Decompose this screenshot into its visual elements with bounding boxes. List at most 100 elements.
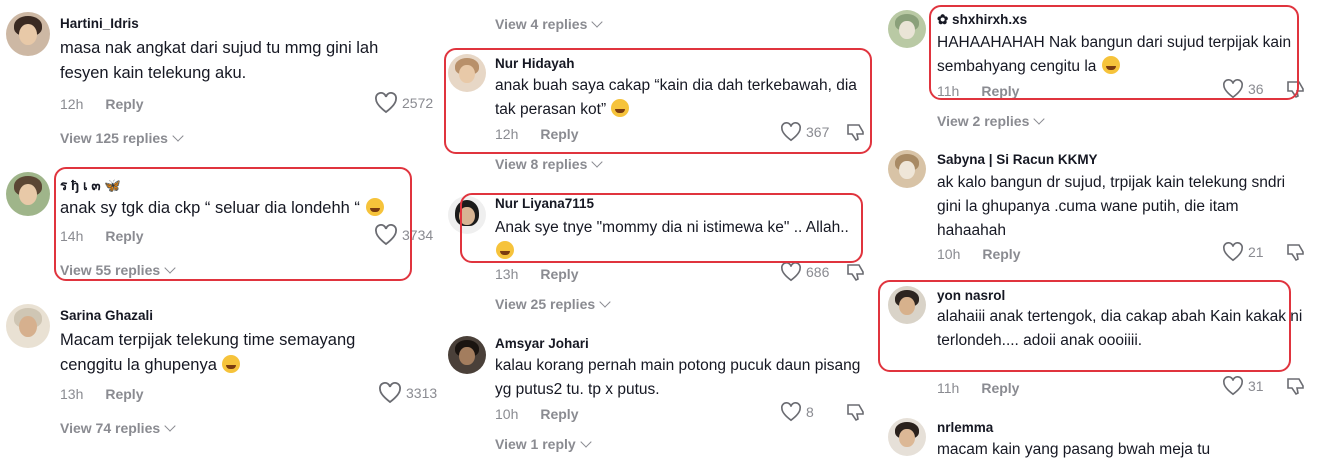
comment-text: alahaiii anak tertengok, dia cakap abah … [937,308,1303,349]
chevron-down-icon [172,130,184,142]
comment-time: 11h [937,83,960,99]
view-replies-button[interactable]: View 2 replies [937,113,1046,129]
dislike-button[interactable] [846,122,866,147]
like-button[interactable]: 3313 [378,382,437,404]
dislike-button[interactable] [846,402,866,427]
heart-outline-icon [375,224,397,246]
comment-time: 13h [60,386,84,402]
comment-username[interactable]: Sabyna | Si Racun KKMY [937,152,1098,167]
avatar[interactable] [888,150,926,188]
comment-time: 12h [60,96,84,112]
reply-button[interactable]: Reply [540,266,578,282]
like-button[interactable]: 36 [1222,79,1264,99]
view-replies-button[interactable]: View 125 replies [60,130,184,146]
view-replies-button[interactable]: View 74 replies [60,420,176,436]
view-replies-label: View 1 reply [495,436,576,452]
avatar[interactable] [448,336,486,374]
comment-text: Anak sye tnye "mommy dia ni istimewa ke"… [495,216,865,264]
like-count: 36 [1248,81,1264,97]
view-replies-button[interactable]: View 25 replies [495,296,611,312]
comment-item: nrlemma macam kain yang pasang bwah meja… [880,418,1320,460]
reply-button[interactable]: Reply [105,386,143,402]
avatar[interactable] [448,54,486,92]
comment-username[interactable]: ร ђ เ ๓ 🦋 [60,174,121,196]
comment-text: anak sy tgk dia ckp “ seluar dia londehh… [60,196,420,221]
dislike-button[interactable] [1286,376,1306,401]
laughing-emoji-icon [222,355,241,373]
reply-button[interactable]: Reply [105,96,143,112]
like-button[interactable]: 367 [780,122,829,142]
heart-outline-icon [1223,79,1243,99]
view-replies-label: View 25 replies [495,296,596,312]
comment-item: yon nasrol alahaiii anak tertengok, dia … [880,286,1320,406]
comment-time: 12h [495,126,519,142]
comment-text-content: Anak sye tnye "mommy dia ni istimewa ke"… [495,219,849,236]
avatar[interactable] [448,196,486,234]
view-replies-button[interactable]: View 55 replies [60,262,176,278]
comment-text: HAHAAHAHAH Nak bangun dari sujud terpija… [937,31,1309,79]
smirk-emoji-icon [611,99,630,117]
dislike-button[interactable] [1286,242,1306,267]
reply-button[interactable]: Reply [981,83,1019,99]
reply-button[interactable]: Reply [981,380,1019,396]
like-button[interactable]: 8 [780,402,814,422]
view-replies-button[interactable]: View 4 replies [495,16,604,32]
comment-username[interactable]: Amsyar Johari [495,336,589,351]
view-replies-button[interactable]: View 8 replies [495,156,604,172]
comment-username[interactable]: ✿ shxhirxh.xs [937,12,1027,28]
chevron-down-icon [591,156,604,168]
avatar[interactable] [888,10,926,48]
comment-username[interactable]: Hartini_Idris [60,16,139,31]
like-button[interactable]: 21 [1222,242,1264,262]
heart-outline-icon [379,382,401,404]
reply-button[interactable]: Reply [540,406,578,422]
comment-username[interactable]: Nur Hidayah [495,56,575,71]
comment-time: 10h [937,246,961,262]
like-button[interactable]: 2572 [374,92,433,114]
thumbs-down-icon [1287,81,1304,99]
comment-text: kalau korang pernah main potong pucuk da… [495,357,861,398]
comment-text-content: Macam terpijak telekung time semayang ce… [60,331,356,374]
comment-time: 13h [495,266,519,282]
like-button[interactable]: 3734 [374,224,433,246]
reply-button[interactable]: Reply [105,228,143,244]
comment-item: Nur Hidayah anak buah saya cakap “kain d… [440,54,880,174]
like-count: 3313 [406,385,438,401]
view-replies-label: View 55 replies [60,262,161,278]
comment-item: Amsyar Johari kalau korang pernah main p… [440,336,880,456]
thumbs-down-icon [847,404,864,422]
chevron-down-icon [599,296,611,308]
comment-text: Macam terpijak telekung time semayang ce… [60,328,420,378]
dislike-button[interactable] [1286,79,1306,104]
reply-button[interactable]: Reply [982,246,1020,262]
comment-item: Sarina Ghazali Macam terpijak telekung t… [0,304,440,444]
like-count: 31 [1248,378,1264,394]
comment-text: macam kain yang pasang bwah meja tu [937,441,1211,458]
comment-text: ak kalo bangun dr sujud, trpijak kain te… [937,174,1286,239]
comment-username[interactable]: nrlemma [937,420,993,435]
comment-meta: 10h Reply [937,246,1020,262]
comment-username[interactable]: Sarina Ghazali [60,308,153,323]
avatar[interactable] [6,304,50,348]
comment-meta: 13h Reply [495,266,578,282]
comment-meta: 10h Reply [495,406,578,422]
heart-outline-icon [1223,242,1243,262]
avatar[interactable] [888,286,926,324]
thumbs-down-icon [847,264,864,282]
dislike-button[interactable] [846,262,866,287]
avatar[interactable] [888,418,926,456]
avatar[interactable] [6,172,50,216]
chevron-down-icon [591,16,604,28]
like-button[interactable]: 31 [1222,376,1264,396]
heart-outline-icon [781,262,801,282]
view-replies-button[interactable]: View 1 reply [495,436,592,452]
comment-item: ✿ shxhirxh.xs HAHAAHAHAH Nak bangun dari… [880,10,1320,130]
reply-button[interactable]: Reply [540,126,578,142]
comment-username[interactable]: yon nasrol [937,288,1005,303]
like-button[interactable]: 686 [780,262,829,282]
smirk-emoji-icon [1101,56,1120,74]
chevron-down-icon [580,436,592,448]
avatar[interactable] [6,12,50,56]
comment-meta: 11h Reply [937,83,1019,99]
comment-username[interactable]: Nur Liyana7115 [495,196,594,211]
